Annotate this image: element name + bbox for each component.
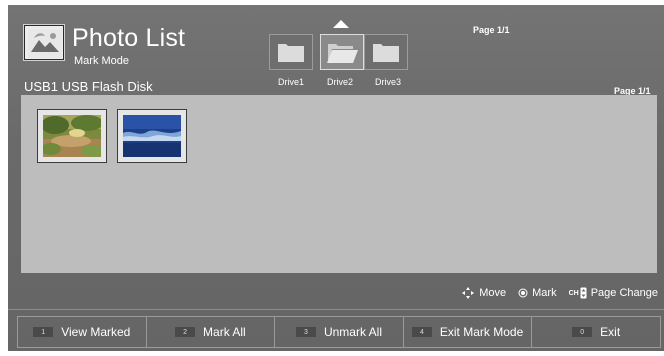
- photo-icon: [28, 29, 62, 58]
- move-hint-label: Move: [479, 287, 507, 299]
- exit-mark-mode-button[interactable]: 4 Exit Mark Mode: [404, 317, 533, 347]
- exit-button[interactable]: 0 Exit: [532, 317, 660, 347]
- source-device-label: USB1 USB Flash Disk: [24, 79, 153, 94]
- drive-page-indicator: Page 1/1: [473, 25, 510, 35]
- unmark-all-label: Unmark All: [323, 325, 382, 339]
- drive-2-button[interactable]: [320, 34, 364, 70]
- exit-mark-mode-label: Exit Mark Mode: [439, 325, 524, 339]
- drive-1-button[interactable]: [269, 34, 313, 70]
- photo-thumbnail-garden: [43, 115, 101, 157]
- key-hints: Move Mark CH Page Change: [461, 286, 658, 300]
- mark-all-button[interactable]: 2 Mark All: [147, 317, 276, 347]
- folder-icon: [373, 44, 399, 62]
- drive-3-button[interactable]: [364, 34, 408, 70]
- unmark-all-button[interactable]: 3 Unmark All: [275, 317, 404, 347]
- page-change-hint: CH Page Change: [569, 287, 658, 299]
- page-change-hint-label: Page Change: [590, 287, 658, 299]
- key-3-badge: 3: [295, 327, 316, 337]
- view-marked-label: View Marked: [61, 325, 131, 339]
- key-4-badge: 4: [411, 327, 432, 337]
- drive-up-arrow-icon[interactable]: [333, 20, 349, 28]
- folder-open-icon: [327, 44, 358, 63]
- drive-3-label: Drive3: [374, 77, 401, 87]
- move-hint: Move: [461, 286, 506, 300]
- mark-hint: Mark: [518, 287, 557, 299]
- view-marked-button[interactable]: 1 View Marked: [18, 317, 147, 347]
- photo-thumbnail[interactable]: [37, 109, 107, 163]
- key-0-badge: 0: [572, 327, 593, 337]
- mark-all-label: Mark All: [203, 325, 246, 339]
- page-title: Photo List: [72, 24, 186, 52]
- footer-button-bar: 1 View Marked 2 Mark All 3 Unmark All 4 …: [17, 316, 661, 348]
- key-2-badge: 2: [175, 327, 196, 337]
- channel-key-icon: CH: [569, 287, 587, 299]
- footer-divider: [8, 309, 664, 310]
- photo-thumbnail-ocean: [123, 115, 181, 157]
- photo-list-screen: Photo List Mark Mode USB1 USB Flash Disk…: [8, 5, 664, 351]
- mode-subtitle: Mark Mode: [74, 55, 130, 67]
- move-dpad-icon: [462, 287, 475, 299]
- folder-icon: [278, 44, 304, 62]
- photo-grid: [21, 95, 657, 273]
- photo-app-icon: [24, 25, 64, 60]
- key-1-badge: 1: [33, 327, 54, 337]
- photo-thumbnail[interactable]: [117, 109, 187, 163]
- exit-label: Exit: [600, 325, 621, 339]
- channel-key-text: CH: [568, 289, 579, 297]
- ok-button-icon: [518, 288, 528, 298]
- mark-hint-label: Mark: [532, 287, 557, 299]
